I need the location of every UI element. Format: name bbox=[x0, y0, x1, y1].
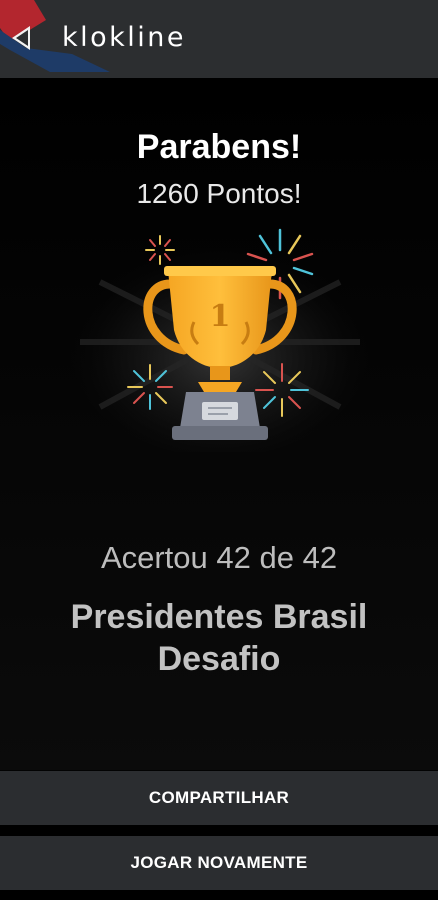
trophy-icon: 1 bbox=[70, 228, 370, 452]
play-again-button[interactable]: JOGAR NOVAMENTE bbox=[0, 836, 438, 890]
trophy-rank: 1 bbox=[210, 299, 231, 334]
score-summary: Acertou 42 de 42 bbox=[100, 540, 338, 575]
brand-name: klokline bbox=[62, 22, 187, 53]
bottom-edge bbox=[0, 890, 438, 900]
congrats-title: Parabens! bbox=[136, 128, 302, 166]
quiz-title: Presidentes Brasil Desafio bbox=[70, 598, 368, 678]
share-button[interactable]: COMPARTILHAR bbox=[0, 771, 438, 825]
button-divider bbox=[0, 825, 438, 836]
result-screen: klokline Parabens! 1260 Pontos! 1 Acerto… bbox=[0, 0, 438, 900]
points-total: 1260 Pontos! bbox=[136, 178, 302, 209]
top-app-bar: klokline bbox=[0, 0, 438, 78]
